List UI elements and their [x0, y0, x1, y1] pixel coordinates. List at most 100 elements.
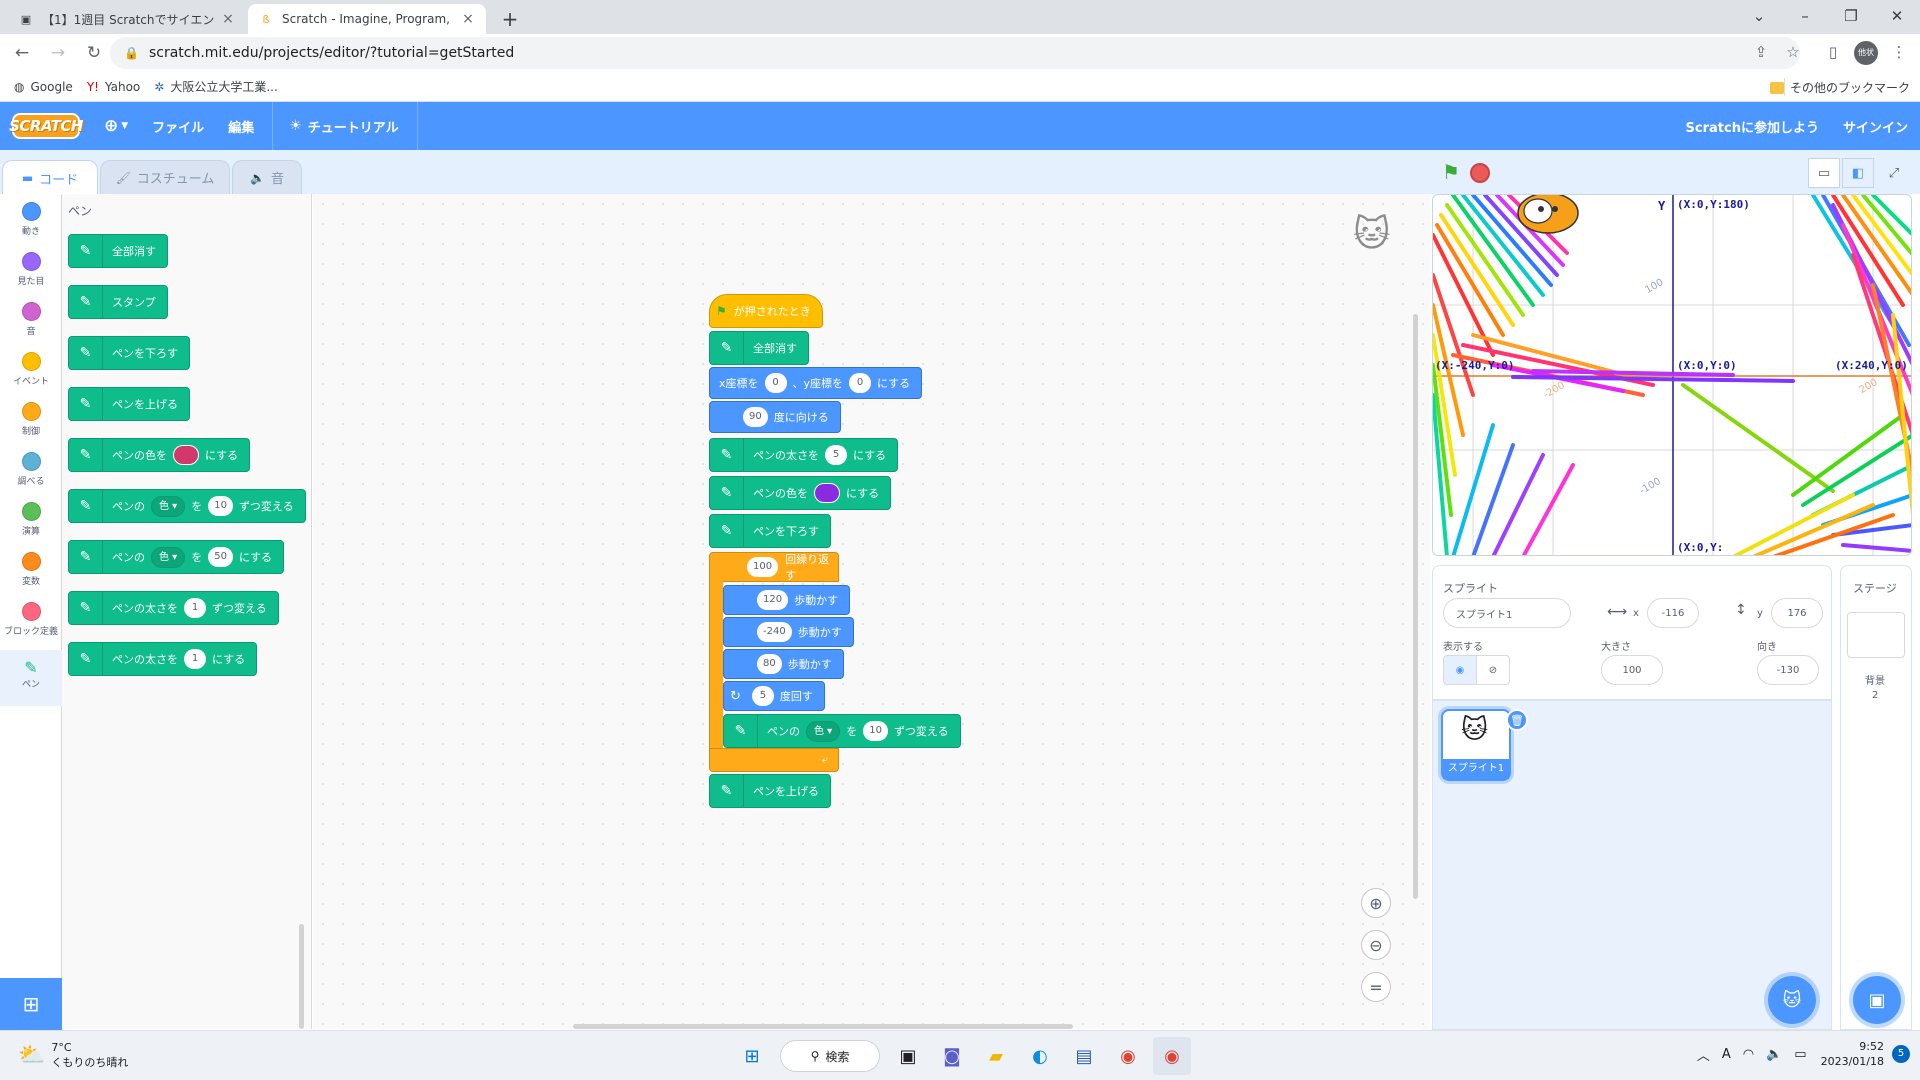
join-scratch-link[interactable]: Scratchに参加しよう [1674, 117, 1831, 136]
add-extension-button[interactable]: ⊞ [0, 978, 62, 1030]
script-point-direction-block[interactable]: 90 度に向ける [709, 401, 841, 433]
edit-menu[interactable]: 編集 [228, 117, 254, 136]
green-flag-button[interactable]: ⚑ [1442, 160, 1460, 184]
script-move-block[interactable]: 80 歩動かす [723, 649, 844, 679]
palette-block-pen-down[interactable]: ✎ ペンを下ろす [68, 336, 190, 370]
number-input[interactable]: 120 [757, 590, 789, 610]
palette-block-clear[interactable]: ✎ 全部消す [68, 234, 168, 268]
number-input[interactable]: 5 [825, 445, 847, 465]
number-input[interactable]: 0 [764, 373, 787, 393]
teams-chat-icon[interactable]: ◙ [933, 1037, 971, 1075]
palette-block-pen-up[interactable]: ✎ ペンを上げる [68, 387, 190, 421]
start-button[interactable]: ⊞ [733, 1037, 771, 1075]
taskbar-search[interactable]: ⚲ 検索 [780, 1040, 880, 1072]
tab-costume[interactable]: 🖌 コスチューム [100, 160, 230, 194]
bookmark-yahoo[interactable]: Y! Yahoo [87, 80, 140, 94]
number-input[interactable]: 80 [757, 654, 782, 674]
category-looks[interactable]: 見た目 [0, 244, 62, 294]
normal-stage-button[interactable]: ◧ [1842, 158, 1874, 188]
more-menu-icon[interactable]: ⋮ [1886, 39, 1912, 65]
other-bookmarks[interactable]: その他のブックマーク [1769, 79, 1910, 96]
back-arrow-icon[interactable]: ← [8, 39, 36, 67]
add-backdrop-button[interactable]: ▣ [1853, 976, 1901, 1024]
profile-avatar[interactable]: 他状 [1854, 41, 1878, 65]
close-tab-icon[interactable]: × [460, 11, 476, 27]
workspace-vertical-scrollbar[interactable] [1413, 314, 1418, 899]
tutorial-menu[interactable]: ☀ チュートリアル [289, 117, 398, 136]
close-window-button[interactable]: ✕ [1874, 0, 1920, 34]
tab-sound[interactable]: 🔈 音 [232, 160, 302, 194]
palette-block-set-pen-param[interactable]: ✎ ペンの 色 ▾ を 50 にする [68, 540, 285, 574]
script-set-pen-size-block[interactable]: ✎ ペンの太さを 5 にする [709, 438, 899, 472]
number-input[interactable]: 1 [184, 598, 206, 618]
weather-widget[interactable]: ⛅ 7°C くもりのち晴れ [18, 1041, 128, 1070]
stage-canvas[interactable]: Y (X:0,Y:180) (X:-240,Y:0) (X:0,Y:0) (X:… [1432, 194, 1912, 556]
stage-thumbnail[interactable] [1847, 612, 1905, 658]
color-swatch[interactable] [814, 483, 840, 503]
category-operators[interactable]: 演算 [0, 494, 62, 544]
file-menu[interactable]: ファイル [152, 117, 204, 136]
category-events[interactable]: イベント [0, 344, 62, 394]
palette-scrollbar[interactable] [299, 924, 304, 1029]
reload-icon[interactable]: ↻ [80, 39, 108, 67]
number-input[interactable]: 1 [184, 649, 206, 669]
script-change-pen-param-block[interactable]: ✎ ペンの 色 ▾ を 10 ずつ変える [723, 714, 961, 748]
number-input[interactable]: 90 [743, 407, 768, 427]
new-tab-button[interactable]: + [497, 6, 523, 32]
x-position-input[interactable]: -116 [1647, 598, 1699, 628]
number-input[interactable]: 100 [747, 557, 779, 577]
file-explorer-icon[interactable]: ▰ [977, 1037, 1015, 1075]
sprite-thumbnail[interactable]: 🐱 スプライト1 🗑 [1441, 709, 1528, 781]
battery-icon[interactable]: ▭ [1794, 1047, 1806, 1062]
share-icon[interactable]: ⇪ [1748, 39, 1774, 65]
small-stage-button[interactable]: ▭ [1808, 158, 1840, 188]
signin-link[interactable]: サインイン [1831, 117, 1920, 136]
workspace-horizontal-scrollbar[interactable] [573, 1024, 1073, 1029]
script-pen-down-block[interactable]: ✎ ペンを下ろす [709, 514, 831, 548]
script-goto-xy-block[interactable]: x座標を 0 、y座標を 0 にする [709, 367, 923, 399]
fullscreen-button[interactable]: ⤢ [1878, 158, 1910, 188]
category-sensing[interactable]: 調べる [0, 444, 62, 494]
task-view-icon[interactable]: ▣ [889, 1037, 927, 1075]
clock[interactable]: 9:52 2023/01/18 [1821, 1039, 1884, 1069]
tab-code[interactable]: ▬ コード [2, 160, 98, 195]
script-pen-up-block[interactable]: ✎ ペンを上げる [709, 774, 831, 808]
bookmark-star-icon[interactable]: ☆ [1780, 39, 1806, 65]
script-move-block[interactable]: 120 歩動かす [723, 585, 851, 615]
palette-block-set-pen-color[interactable]: ✎ ペンの色を にする [68, 438, 251, 472]
delete-sprite-button[interactable]: 🗑 [1506, 709, 1528, 731]
zoom-reset-button[interactable]: = [1361, 972, 1391, 1002]
speaker-icon[interactable]: 🔈 [1766, 1047, 1782, 1062]
zoom-out-button[interactable]: ⊖ [1361, 930, 1391, 960]
browser-tab-scratch[interactable]: ß Scratch - Imagine, Program, Shar × [248, 4, 486, 34]
minimize-button[interactable]: – [1782, 0, 1828, 34]
size-input[interactable]: 100 [1601, 655, 1663, 685]
notification-badge[interactable]: 5 [1892, 1045, 1910, 1063]
palette-block-stamp[interactable]: ✎ スタンプ [68, 285, 168, 319]
ime-icon[interactable]: A [1722, 1047, 1731, 1062]
number-input[interactable]: 50 [208, 547, 233, 567]
category-variables[interactable]: 変数 [0, 544, 62, 594]
address-bar[interactable]: 🔒 scratch.mit.edu/projects/editor/?tutor… [110, 37, 1800, 69]
palette-block-set-pen-size[interactable]: ✎ ペンの太さを 1 にする [68, 642, 258, 676]
script-turn-block[interactable]: ↻ 5 度回す [723, 681, 825, 711]
direction-input[interactable]: -130 [1757, 655, 1819, 685]
param-dropdown[interactable]: 色 ▾ [151, 546, 186, 568]
script-set-pen-color-block[interactable]: ✎ ペンの色を にする [709, 476, 892, 510]
add-sprite-button[interactable]: 🐱 [1768, 976, 1816, 1024]
number-input[interactable]: 5 [751, 686, 774, 706]
code-workspace[interactable]: 🐱 ⚑ が押されたとき ✎ 全部消す x座標を 0 、y座標を 0 にする 90… [313, 194, 1430, 1029]
browser-tab-course[interactable]: ▣ 【1】1週目 ScratchでサイエンスアートI × [8, 4, 246, 34]
color-swatch[interactable] [173, 445, 199, 465]
stop-button[interactable] [1470, 163, 1490, 183]
stage-sprite[interactable] [1517, 195, 1579, 234]
hide-sprite-button[interactable]: ⊘ [1476, 655, 1510, 685]
close-tab-icon[interactable]: × [220, 11, 236, 27]
chrome-profile-icon[interactable]: ◉ [1153, 1037, 1191, 1075]
stage-target-panel[interactable]: ステージ 背景 2 ▣ [1840, 565, 1912, 1030]
restore-button[interactable]: ❐ [1828, 0, 1874, 34]
category-control[interactable]: 制御 [0, 394, 62, 444]
palette-block-change-pen-size[interactable]: ✎ ペンの太さを 1 ずつ変える [68, 591, 279, 625]
forward-arrow-icon[interactable]: → [44, 39, 72, 67]
number-input[interactable]: 0 [849, 373, 872, 393]
